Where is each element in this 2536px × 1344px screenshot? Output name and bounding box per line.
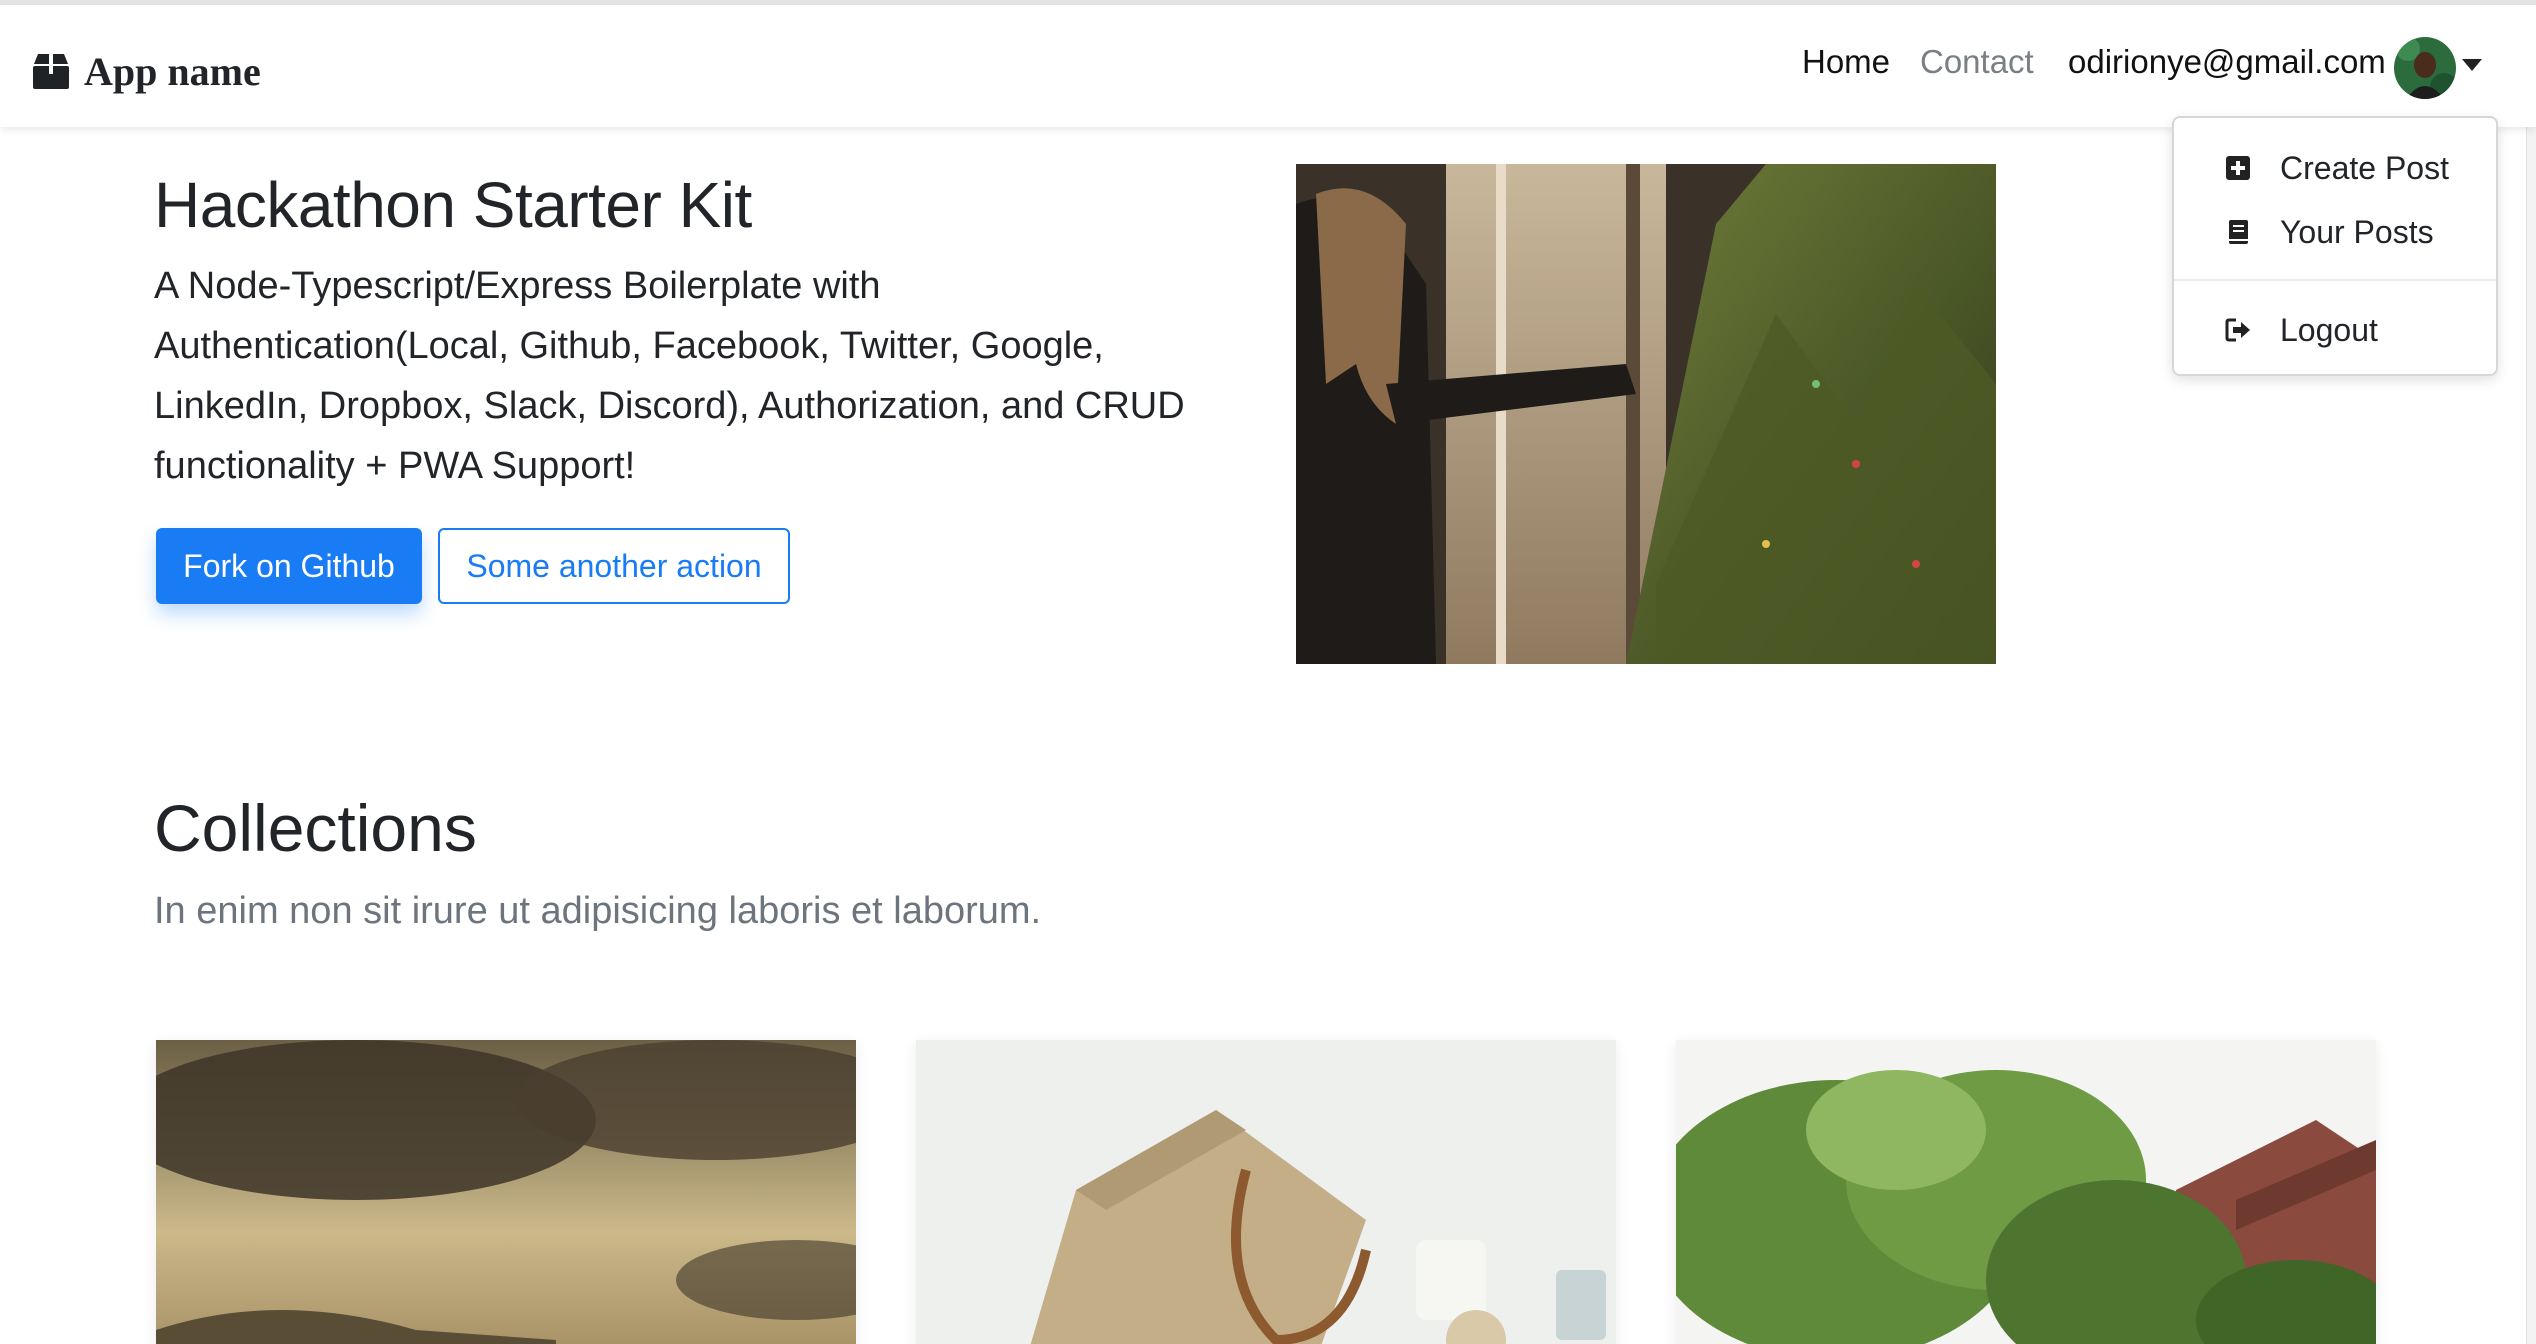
collections-subtitle: In enim non sit irure ut adipisicing lab…	[154, 890, 1042, 932]
brand[interactable]: App name	[30, 45, 261, 97]
collection-card[interactable]	[156, 1040, 856, 1344]
menu-item-your-posts[interactable]: Your Posts	[2174, 204, 2496, 260]
hero-image	[1296, 164, 1996, 664]
hero-description: A Node-Typescript/Express Boilerplate wi…	[154, 265, 1185, 487]
collections-title: Collections	[154, 791, 477, 865]
book-icon	[2229, 220, 2248, 244]
hero-title: Hackathon Starter Kit	[154, 169, 752, 241]
collection-card[interactable]	[916, 1040, 1616, 1344]
menu-item-label: Logout	[2280, 311, 2378, 348]
navbar: App name Home Contact odirionye@gmail.co…	[0, 5, 2536, 127]
plus-square-icon	[2226, 156, 2250, 180]
collection-card[interactable]	[1676, 1040, 2376, 1344]
secondary-action-button[interactable]: Some another action	[438, 528, 790, 604]
box-icon	[33, 54, 69, 89]
caret-down-icon[interactable]	[2462, 59, 2482, 71]
menu-item-label: Create Post	[2280, 149, 2449, 186]
menu-item-create-post[interactable]: Create Post	[2174, 140, 2496, 196]
menu-item-logout[interactable]: Logout	[2174, 302, 2496, 358]
scrollbar[interactable]	[2526, 127, 2536, 1344]
fork-on-github-button[interactable]: Fork on Github	[156, 528, 422, 604]
page: App name Home Contact odirionye@gmail.co…	[0, 0, 2536, 1344]
collection-image-trees	[1676, 1040, 2376, 1344]
sign-out-icon	[2225, 318, 2250, 342]
nav-link-contact[interactable]: Contact	[1920, 43, 2034, 81]
collection-image-bag	[916, 1040, 1616, 1344]
menu-item-label: Your Posts	[2280, 213, 2434, 250]
dropdown-divider	[2174, 279, 2496, 281]
avatar[interactable]	[2394, 37, 2456, 99]
brand-name: App name	[84, 48, 261, 94]
user-email-toggle[interactable]: odirionye@gmail.com	[2068, 43, 2386, 81]
collection-image-clouds	[156, 1040, 856, 1344]
nav-link-home[interactable]: Home	[1802, 43, 1890, 81]
user-dropdown-menu: Create Post Your Posts Logout	[2172, 116, 2498, 376]
